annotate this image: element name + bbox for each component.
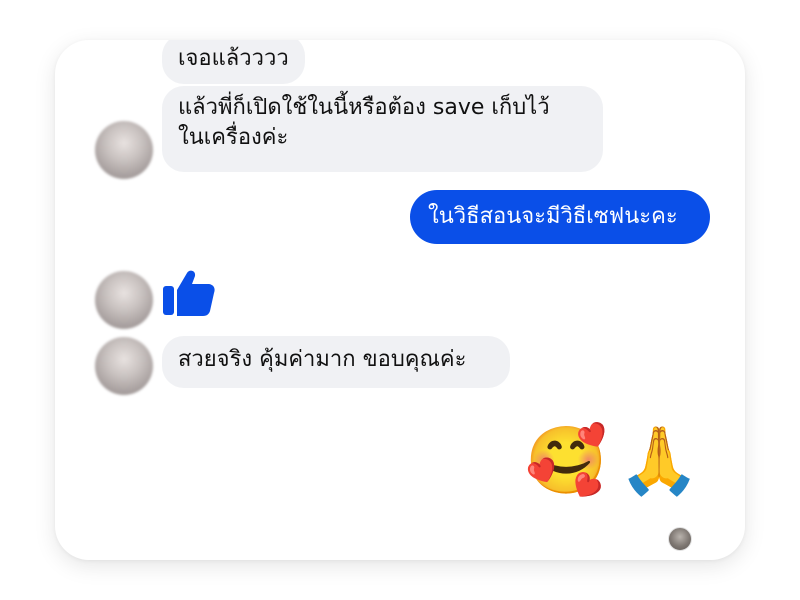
thumbs-up-icon[interactable] [161, 262, 217, 318]
message-text: สวยจริง คุ้มค่ามาก ขอบคุณค่ะ [178, 347, 467, 372]
message-text: เจอแล้วววว [178, 46, 289, 71]
incoming-message-1[interactable]: เจอแล้วววว [162, 40, 305, 84]
contact-avatar[interactable] [95, 121, 153, 179]
chat-panel: เจอแล้วววว แล้วพี่ก็เปิดใช้ในนี้หรือต้อง… [55, 40, 745, 560]
message-text-line-1: แล้วพี่ก็เปิดใช้ในนี้หรือต้อง save เก็บไ… [178, 95, 550, 120]
outgoing-message-1[interactable]: ในวิธีสอนจะมีวิธีเซฟนะคะ [410, 190, 710, 244]
contact-avatar[interactable] [95, 271, 153, 329]
message-text-line-2: ในเครื่องค่ะ [178, 125, 289, 150]
folded-hands-emoji[interactable]: 🙏 [618, 423, 700, 499]
incoming-message-2[interactable]: แล้วพี่ก็เปิดใช้ในนี้หรือต้อง save เก็บไ… [162, 86, 603, 172]
incoming-message-3[interactable]: สวยจริง คุ้มค่ามาก ขอบคุณค่ะ [162, 336, 510, 388]
message-text: ในวิธีสอนจะมีวิธีเซฟนะคะ [428, 204, 678, 229]
smiling-face-with-hearts-emoji[interactable]: 🥰 [525, 423, 607, 499]
contact-avatar[interactable] [95, 337, 153, 395]
seen-indicator-avatar [668, 527, 692, 551]
